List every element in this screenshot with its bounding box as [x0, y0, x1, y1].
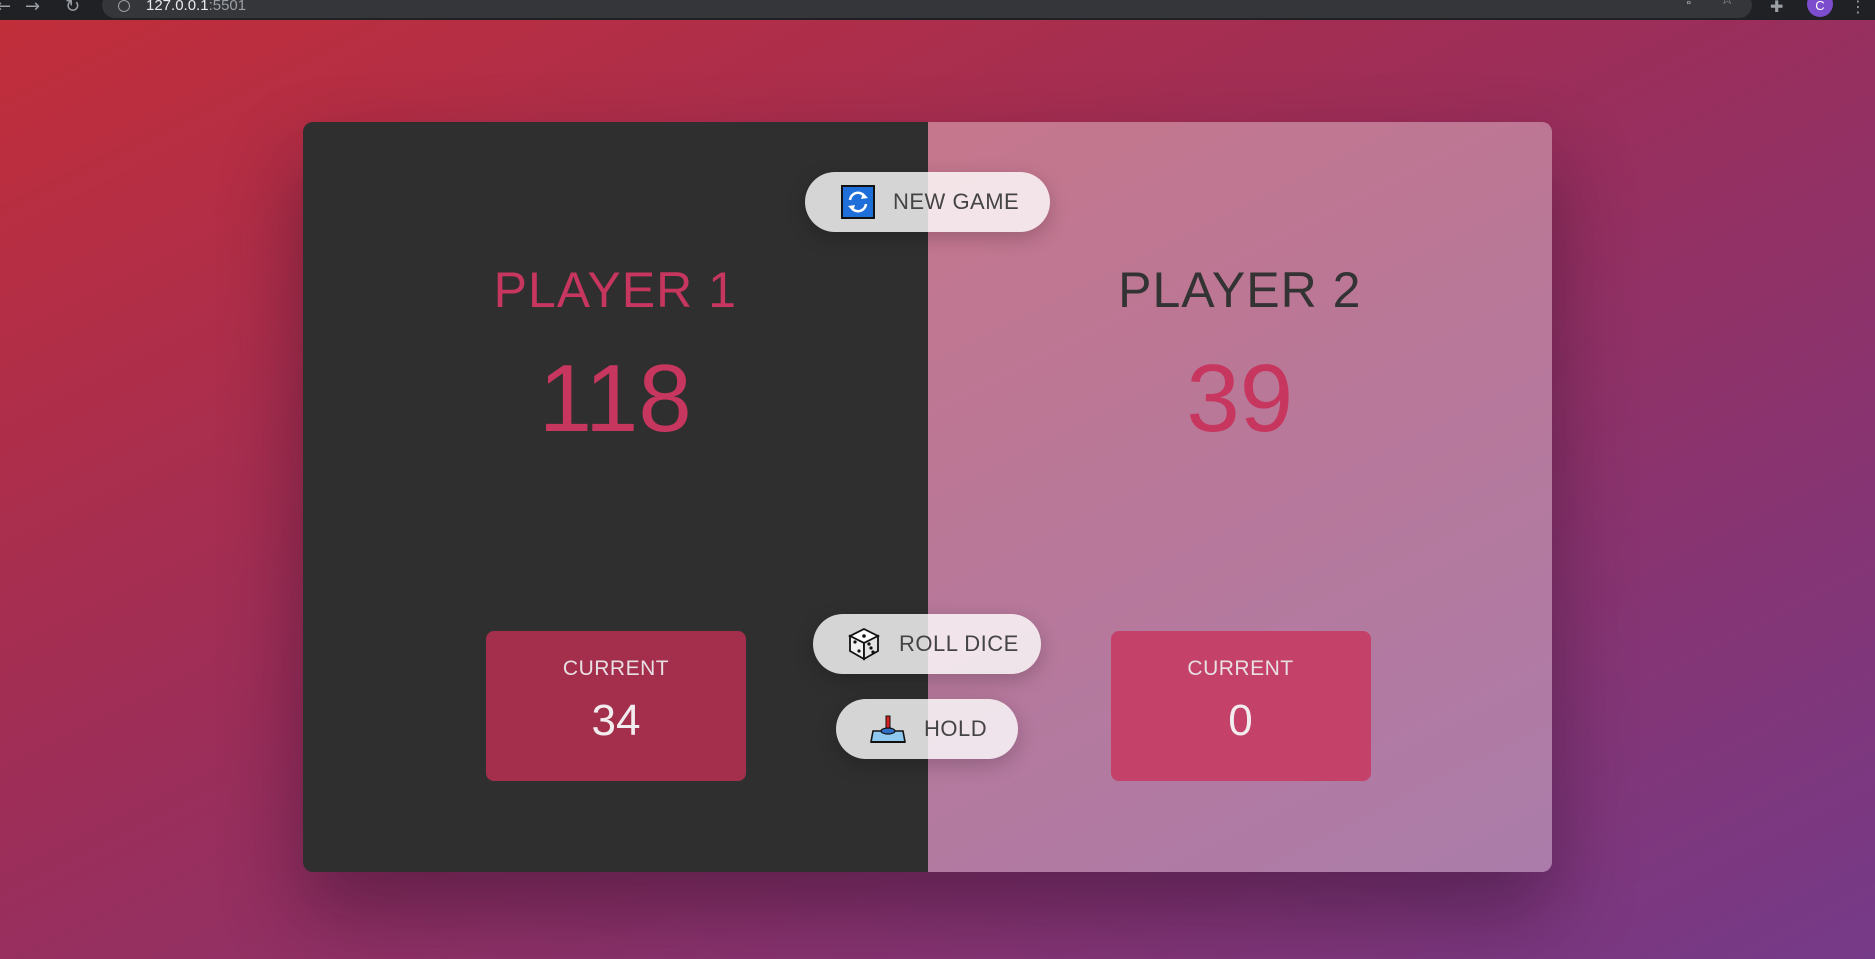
avatar[interactable]: C — [1807, 0, 1833, 17]
player-2-current-box: CURRENT 0 — [1110, 631, 1371, 781]
player-2-panel: PLAYER 2 39 CURRENT 0 — [927, 122, 1552, 872]
player-2-current-score: 0 — [1228, 696, 1253, 745]
back-arrow-icon[interactable]: ← — [0, 0, 11, 16]
menu-icon[interactable]: ⋮ — [1850, 0, 1866, 16]
site-info-icon[interactable] — [118, 0, 130, 12]
player-1-panel: PLAYER 1 118 CURRENT 34 — [303, 122, 928, 872]
player-1-current-score: 34 — [591, 696, 641, 745]
new-game-button[interactable]: NEW GAME — [805, 172, 1050, 232]
hold-joystick-icon — [870, 714, 906, 744]
dice-icon — [847, 627, 881, 661]
refresh-icon — [841, 185, 875, 219]
address-bar[interactable]: 127.0.0.1:5501 ⇪ ☆ — [102, 0, 1752, 18]
forward-arrow-icon[interactable]: → — [25, 0, 40, 16]
share-icon[interactable]: ⇪ — [1682, 0, 1695, 8]
player-1-name: PLAYER 1 — [493, 262, 737, 318]
hold-label: HOLD — [924, 716, 988, 741]
page-background: PLAYER 1 118 CURRENT 34 PLAYER 2 39 CURR… — [0, 20, 1875, 959]
game-board: PLAYER 1 118 CURRENT 34 PLAYER 2 39 CURR… — [303, 122, 1552, 872]
player-1-score: 118 — [538, 345, 692, 452]
extensions-icon[interactable]: ✚ — [1770, 0, 1783, 16]
hold-button[interactable]: HOLD — [836, 699, 1018, 759]
player-2-name: PLAYER 2 — [1118, 262, 1362, 318]
player-1-current-box: CURRENT 34 — [486, 631, 746, 781]
new-game-label: NEW GAME — [893, 189, 1020, 214]
browser-toolbar: ← → ↻ 127.0.0.1:5501 ⇪ ☆ ✚ C ⋮ — [0, 0, 1875, 20]
star-icon[interactable]: ☆ — [1720, 0, 1734, 8]
url-text[interactable]: 127.0.0.1:5501 — [146, 0, 246, 14]
roll-dice-button[interactable]: ROLL DICE — [813, 614, 1041, 674]
player-2-score: 39 — [1186, 345, 1294, 452]
player-2-current-label: CURRENT — [1187, 657, 1294, 680]
reload-icon[interactable]: ↻ — [65, 0, 80, 16]
player-1-current-label: CURRENT — [562, 657, 670, 680]
roll-dice-label: ROLL DICE — [899, 631, 1019, 656]
